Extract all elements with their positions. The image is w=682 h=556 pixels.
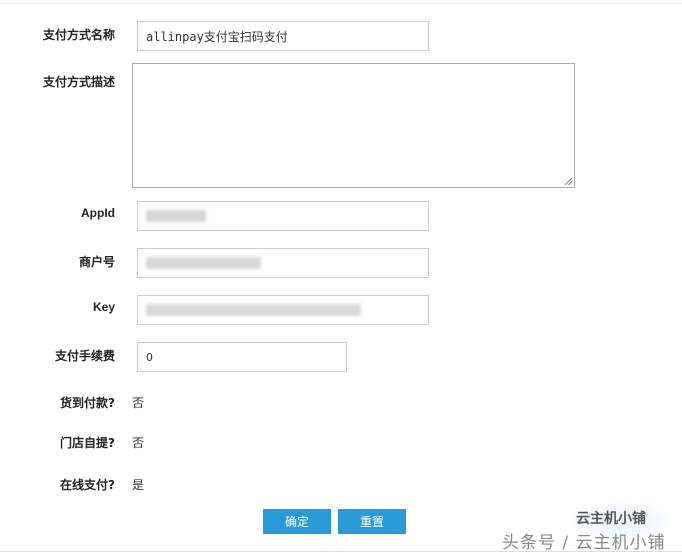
pickup-label: 门店自提? bbox=[60, 436, 115, 450]
redacted-value bbox=[146, 257, 261, 269]
payment-name-input[interactable]: allinpay支付宝扫码支付 bbox=[137, 21, 429, 51]
merchant-id-label: 商户号 bbox=[78, 255, 115, 269]
fee-label: 支付手续费 bbox=[54, 349, 115, 363]
watermark-text: 头条号 / 云主机小铺 bbox=[502, 533, 666, 553]
redacted-value bbox=[146, 210, 206, 222]
redacted-value bbox=[146, 304, 361, 316]
cod-label: 货到付款? bbox=[60, 396, 115, 410]
key-label: Key bbox=[92, 300, 115, 314]
resize-grip-icon[interactable] bbox=[565, 178, 572, 185]
online-payment-label: 在线支付? bbox=[60, 478, 115, 492]
fee-value: 0 bbox=[146, 350, 153, 364]
payment-name-value: allinpay支付宝扫码支付 bbox=[146, 29, 288, 44]
confirm-button[interactable]: 确定 bbox=[263, 509, 331, 534]
payment-desc-label: 支付方式描述 bbox=[42, 75, 115, 89]
online-payment-value: 是 bbox=[132, 478, 145, 492]
payment-desc-textarea[interactable] bbox=[132, 63, 575, 188]
key-input[interactable] bbox=[137, 295, 429, 325]
merchant-id-input[interactable] bbox=[137, 248, 429, 278]
pickup-value: 否 bbox=[132, 436, 145, 450]
reset-button[interactable]: 重置 bbox=[338, 509, 406, 534]
appid-input[interactable] bbox=[137, 201, 429, 231]
payment-name-label: 支付方式名称 bbox=[42, 28, 115, 42]
watermark-brand: 云主机小铺 bbox=[576, 511, 646, 527]
watermark: 云主机小铺 头条号 / 云主机小铺 bbox=[500, 500, 682, 553]
fee-input[interactable]: 0 bbox=[137, 342, 347, 372]
appid-label: AppId bbox=[81, 206, 115, 220]
top-divider bbox=[0, 3, 682, 4]
cod-value: 否 bbox=[132, 396, 145, 410]
